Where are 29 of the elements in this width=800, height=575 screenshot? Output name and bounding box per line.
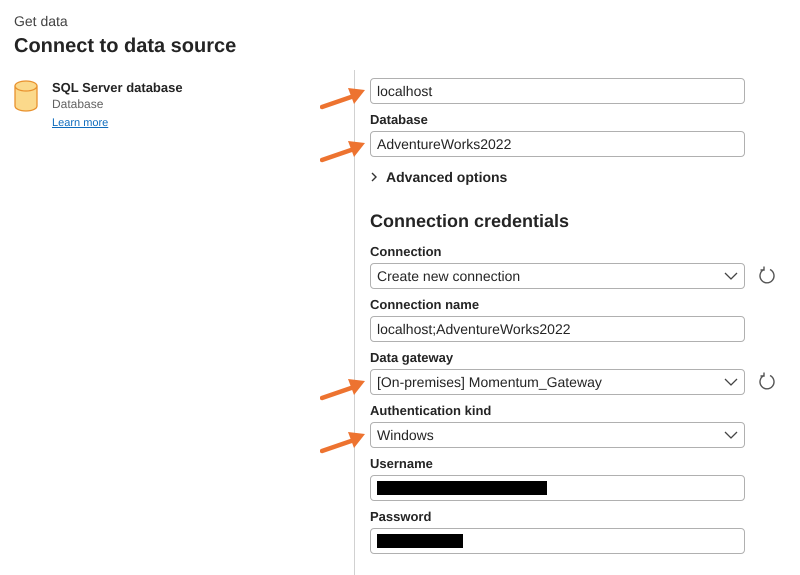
dropdown[interactable]: Windows <box>370 422 745 448</box>
refresh-icon[interactable] <box>757 266 777 286</box>
advanced-options-toggle[interactable]: Advanced options <box>370 165 508 185</box>
field-label: Password <box>370 509 432 525</box>
input-field[interactable]: localhost <box>370 78 745 104</box>
field-label: Connection <box>370 244 442 260</box>
field-label: Username <box>370 456 433 472</box>
chevron-icon <box>370 172 378 182</box>
dropdown[interactable]: [On-premises] Momentum_Gateway <box>370 369 745 395</box>
field-label: Authentication kind <box>370 403 492 419</box>
connector-name: SQL Server database <box>52 80 183 95</box>
learn-more-link[interactable]: Learn more <box>52 117 108 129</box>
chevron-down-icon <box>724 377 738 387</box>
page-title: Connect to data source <box>14 35 236 58</box>
field-label: Database <box>370 112 428 128</box>
refresh-icon[interactable] <box>757 372 777 392</box>
input-field[interactable]: AdventureWorks2022 <box>370 131 745 157</box>
input-field[interactable]: localhost;AdventureWorks2022 <box>370 316 745 342</box>
field-label: Data gateway <box>370 350 454 366</box>
chevron-down-icon <box>724 271 738 281</box>
field-label: Connection name <box>370 297 480 313</box>
database-icon <box>14 80 38 112</box>
breadcrumb: Get data <box>14 13 68 29</box>
connector-category: Database <box>52 97 104 111</box>
input-field[interactable] <box>370 528 745 554</box>
dropdown[interactable]: Create new connection <box>370 263 745 289</box>
chevron-down-icon <box>724 430 738 440</box>
input-field[interactable] <box>370 475 745 501</box>
section-heading: Connection credentials <box>370 211 570 232</box>
